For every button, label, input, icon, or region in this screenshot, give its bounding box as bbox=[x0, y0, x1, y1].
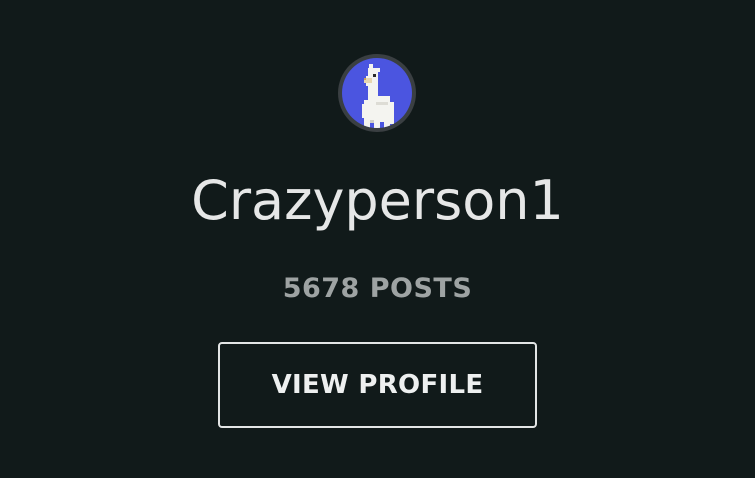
username: Crazyperson1 bbox=[191, 169, 564, 232]
llama-avatar-icon bbox=[362, 64, 394, 128]
profile-card: Crazyperson1 5678 POSTS VIEW PROFILE bbox=[0, 0, 755, 478]
post-count: 5678 POSTS bbox=[282, 273, 473, 304]
avatar-image bbox=[342, 58, 412, 128]
view-profile-button[interactable]: VIEW PROFILE bbox=[218, 342, 537, 428]
avatar[interactable] bbox=[338, 54, 416, 132]
